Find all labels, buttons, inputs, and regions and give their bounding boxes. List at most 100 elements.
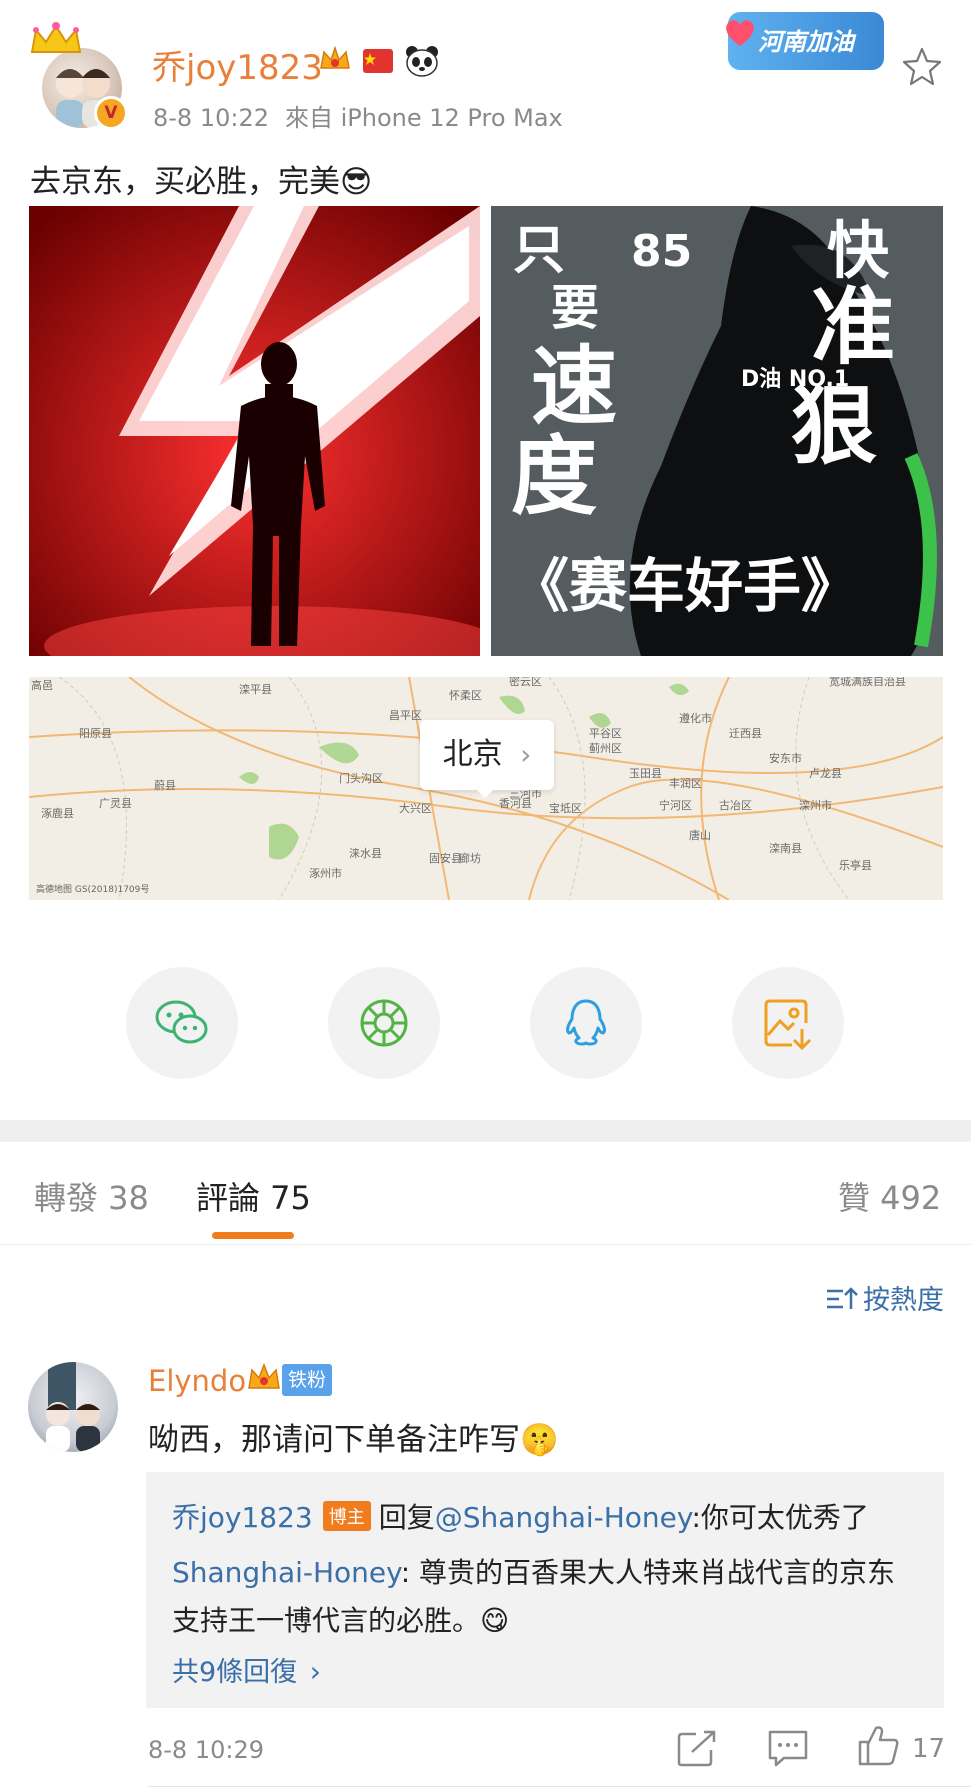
post-text: 去京东，买必胜，完美😎	[30, 164, 373, 200]
reply-text: :你可太优秀了	[691, 1501, 869, 1534]
more-replies-link[interactable]: 共9條回復 ›	[172, 1650, 321, 1689]
verified-badge: V	[94, 96, 128, 130]
map-place-label: 蓟州区	[589, 742, 622, 755]
tab-repost[interactable]: 轉發 38	[34, 1173, 149, 1219]
map-place-label: 门头沟区	[339, 771, 383, 785]
map-place-label: 唐山	[689, 828, 711, 842]
map-place-label: 宁河区	[659, 798, 692, 812]
post-image-racer[interactable]: 只 要 速 度 85 快 准 狠 D油 NO.1 《赛车好手》	[491, 206, 943, 656]
map-place-label: 涞水县	[349, 847, 382, 860]
reply-author[interactable]: Shanghai-Honey	[172, 1556, 401, 1589]
share-wechat-button[interactable]	[126, 967, 238, 1079]
map-place-label: 滦平县	[239, 682, 272, 696]
map-place-label: 高邑	[31, 678, 53, 692]
map-place-label: 香河县	[499, 797, 532, 810]
member-crown-icon[interactable]	[318, 44, 352, 74]
host-badge: 博主	[322, 1501, 371, 1531]
map-place-label: 密云区	[509, 677, 542, 688]
tab-indicator	[212, 1232, 294, 1239]
map-place-label: 涿州市	[309, 866, 342, 880]
comment-divider	[148, 1786, 971, 1787]
map-place-label: 安东市	[769, 751, 802, 765]
map-place-label: 宝坻区	[549, 801, 582, 815]
heart-icon	[726, 20, 754, 46]
poster-title: 《赛车好手》	[511, 552, 859, 620]
commenter-avatar[interactable]	[28, 1362, 118, 1452]
sort-by-hot-button[interactable]: 按熱度	[825, 1278, 944, 1317]
reply-item: Shanghai-Honey: 尊贵的百香果大人特来肖战代言的京东支持王一博代言…	[172, 1549, 922, 1645]
tab-comment[interactable]: 評論 75	[196, 1173, 311, 1219]
map-place-label: 阳原县	[79, 727, 112, 740]
share-moments-button[interactable]	[328, 967, 440, 1079]
section-divider	[0, 1120, 971, 1142]
map-place-label: 怀柔区	[449, 689, 482, 702]
map-place-label: 卢龙县	[809, 767, 842, 780]
reply-mention[interactable]: @Shanghai-Honey	[435, 1501, 692, 1534]
share-icon[interactable]	[676, 1728, 720, 1768]
map-place-label: 广灵县	[99, 797, 132, 810]
like-count: 17	[912, 1734, 946, 1764]
map-place-label: 遵化市	[679, 711, 712, 725]
map-place-label: 乐亭县	[839, 858, 872, 872]
comment-icon[interactable]	[766, 1728, 810, 1768]
poster-label: D油 NO.1	[741, 367, 849, 392]
map-place-label: 平谷区	[589, 727, 622, 740]
post-date: 8-8 10:22	[153, 104, 269, 132]
commenter-avatar-illustration	[46, 1362, 100, 1452]
chevron-right-icon: ›	[309, 1655, 321, 1688]
post-image-lightning[interactable]	[29, 206, 480, 656]
comment-time: 8-8 10:29	[148, 1736, 264, 1764]
map-place-label: 古冶区	[719, 798, 752, 812]
reply-action: 回复	[378, 1501, 435, 1534]
map-place-label: 迁西县	[729, 727, 762, 740]
author-name[interactable]: 乔joy1823	[152, 40, 323, 89]
sort-icon	[827, 1287, 858, 1309]
favorite-star-icon[interactable]	[902, 46, 942, 86]
iron-fan-badge: 铁粉	[282, 1364, 333, 1396]
crown-frame-icon	[30, 22, 82, 53]
tabs-divider	[0, 1244, 971, 1245]
location-name: 北京	[442, 737, 503, 772]
share-qq-button[interactable]	[530, 967, 642, 1079]
location-label[interactable]: 北京 ›	[420, 720, 554, 790]
map-place-label: 丰润区	[669, 776, 702, 790]
member-crown-icon[interactable]	[246, 1360, 282, 1394]
lightning-silhouette-image	[29, 206, 480, 656]
map-place-label: 固安县	[429, 851, 462, 865]
post-meta: 8-8 10:22 來自 iPhone 12 Pro Max	[153, 98, 579, 133]
poster-char-6: 准	[811, 278, 895, 376]
poster-char-1: 只	[513, 221, 565, 281]
save-image-button[interactable]	[732, 967, 844, 1079]
reply-author[interactable]: 乔joy1823	[172, 1501, 313, 1534]
henan-banner-text: 河南加油	[758, 28, 854, 56]
map-place-label: 宽城满族自治县	[829, 677, 906, 688]
panda-icon	[406, 46, 438, 77]
poster-char-3: 速	[531, 337, 617, 437]
map-place-label: 廊坊	[459, 851, 481, 865]
location-pointer	[473, 786, 497, 798]
tab-like[interactable]: 贊 492	[838, 1173, 941, 1219]
qq-icon	[566, 999, 606, 1046]
map-place-label: 滦州市	[799, 798, 832, 812]
map-place-label: 蔚县	[154, 779, 176, 792]
poster-char-7: 狠	[791, 377, 877, 477]
save-image-icon	[764, 999, 812, 1051]
like-icon[interactable]	[856, 1722, 900, 1768]
map-place-label: 涿鹿县	[41, 806, 74, 820]
racer-poster-image: 只 要 速 度 85 快 准 狠 D油 NO.1 《赛车好手》	[491, 206, 943, 656]
poster-char-5: 快	[827, 214, 890, 287]
poster-char-4: 度	[511, 427, 597, 527]
post-source: 來自 iPhone 12 Pro Max	[285, 104, 563, 132]
more-replies-label: 共9條回復	[172, 1657, 298, 1688]
comment-text: 呦西，那请问下单备注咋写🤫	[148, 1422, 559, 1458]
author-avatar-wrap[interactable]: V	[26, 22, 128, 130]
chevron-right-icon: ›	[520, 738, 532, 771]
map-place-label: 大兴区	[399, 801, 432, 815]
china-flag-icon	[363, 49, 393, 73]
map-place-label: 玉田县	[629, 767, 662, 780]
reply-item: 乔joy1823 博主 回复@Shanghai-Honey:你可太优秀了	[172, 1496, 869, 1536]
map-place-label: 昌平区	[389, 709, 422, 722]
poster-number: 85	[631, 226, 692, 277]
commenter-name[interactable]: Elyndo	[148, 1364, 246, 1398]
moments-icon	[360, 999, 408, 1047]
